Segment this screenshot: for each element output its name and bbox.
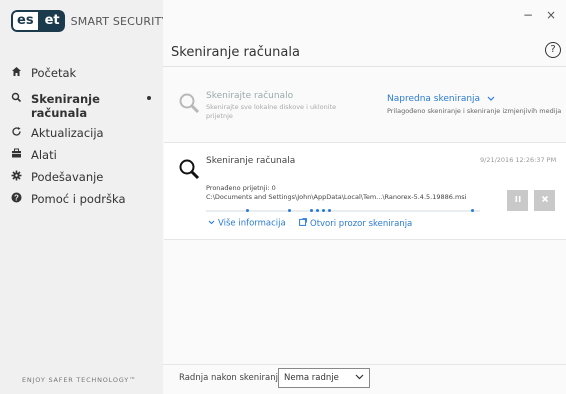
divider	[163, 66, 566, 67]
gear-icon	[8, 170, 24, 186]
progress-dot	[471, 209, 474, 212]
option-description: Prilagođeno skeniranje i skeniranje izmj…	[387, 106, 562, 115]
sidebar-item-help[interactable]: ? Pomoć i podrška	[0, 192, 163, 208]
sidebar-item-label: Aktualizacija	[31, 126, 104, 140]
stop-button[interactable]	[534, 190, 555, 211]
svg-text:?: ?	[14, 194, 19, 203]
option-title: Skenirajte računalo	[206, 91, 294, 101]
eset-logo: es et SMART SECURITY	[11, 10, 168, 32]
sidebar-item-settings[interactable]: Podešavanje	[0, 170, 163, 186]
chevron-down-icon	[355, 371, 364, 386]
product-name: SMART SECURITY	[70, 14, 169, 28]
logo-et: et	[39, 10, 65, 32]
close-icon	[541, 195, 549, 206]
sidebar-item-tools[interactable]: Alati	[0, 148, 163, 164]
close-button[interactable]: ×	[546, 8, 556, 22]
scan-computer-option[interactable]: Skenirajte računalo Skenirajte sve lokal…	[178, 88, 358, 124]
progress-dot	[246, 209, 249, 212]
open-scan-window-label: Otvori prozor skeniranja	[310, 219, 413, 229]
current-file-path: C:\Documents and Settings\John\AppData\L…	[206, 193, 467, 201]
sidebar-item-label: Podešavanje	[31, 170, 104, 184]
sidebar-item-update[interactable]: Aktualizacija	[0, 126, 163, 142]
sidebar-item-label: Pomoć i podrška	[31, 192, 126, 206]
sidebar-item-label: Skeniranje računala	[31, 92, 100, 120]
more-info-label: Više informacija	[218, 218, 286, 229]
sidebar-item-label: Početak	[31, 66, 77, 80]
sidebar-item-computer-scan[interactable]: Skeniranje računala	[0, 92, 163, 120]
minimize-button[interactable]: −	[523, 8, 533, 22]
scan-progress-bar	[206, 209, 480, 212]
sidebar-item-label: Alati	[31, 148, 57, 162]
after-scan-label: Radnja nakon skeniranja	[179, 373, 284, 383]
help-button[interactable]: ?	[545, 42, 561, 58]
refresh-icon	[8, 126, 24, 142]
help-icon: ?	[8, 192, 24, 208]
home-icon	[8, 66, 24, 82]
more-info-link[interactable]: Više informacija	[208, 218, 286, 229]
scan-title: Skeniranje računala	[206, 156, 296, 166]
threats-found: Pronađeno prijetnji: 0	[206, 184, 276, 192]
advanced-scans-option[interactable]: Napredna skeniranja Prilagođeno skeniran…	[387, 91, 563, 123]
page-title: Skeniranje računala	[171, 45, 300, 60]
pause-button[interactable]	[507, 190, 528, 211]
window-icon	[299, 218, 307, 229]
option-description: Skenirajte sve lokalne diskove i uklonit…	[206, 103, 337, 120]
option-title: Napredna skeniranja	[387, 94, 481, 104]
briefcase-icon	[8, 148, 24, 164]
active-indicator	[147, 96, 151, 100]
open-scan-window-link[interactable]: Otvori prozor skeniranja	[299, 218, 412, 229]
progress-dot	[316, 209, 319, 212]
tagline: ENJOY SAFER TECHNOLOGY™	[22, 376, 137, 384]
after-scan-action-select[interactable]: Nema radnje	[278, 368, 370, 388]
logo-es: es	[11, 10, 40, 32]
pause-icon	[514, 195, 522, 206]
chevron-down-icon	[208, 218, 215, 228]
search-icon	[178, 92, 200, 117]
scan-timestamp: 9/21/2016 12:26:37 PM	[480, 156, 557, 164]
divider	[163, 364, 566, 365]
sidebar-item-home[interactable]: Početak	[0, 66, 163, 82]
progress-dot	[328, 209, 331, 212]
progress-dot	[288, 209, 291, 212]
search-icon	[178, 158, 200, 183]
search-icon	[8, 92, 24, 108]
progress-dot	[310, 209, 313, 212]
select-value: Nema radnje	[284, 373, 339, 383]
progress-dot	[322, 209, 325, 212]
chevron-down-icon	[487, 92, 495, 105]
sidebar-nav: Početak Skeniranje računala Aktualizacij…	[0, 66, 163, 214]
